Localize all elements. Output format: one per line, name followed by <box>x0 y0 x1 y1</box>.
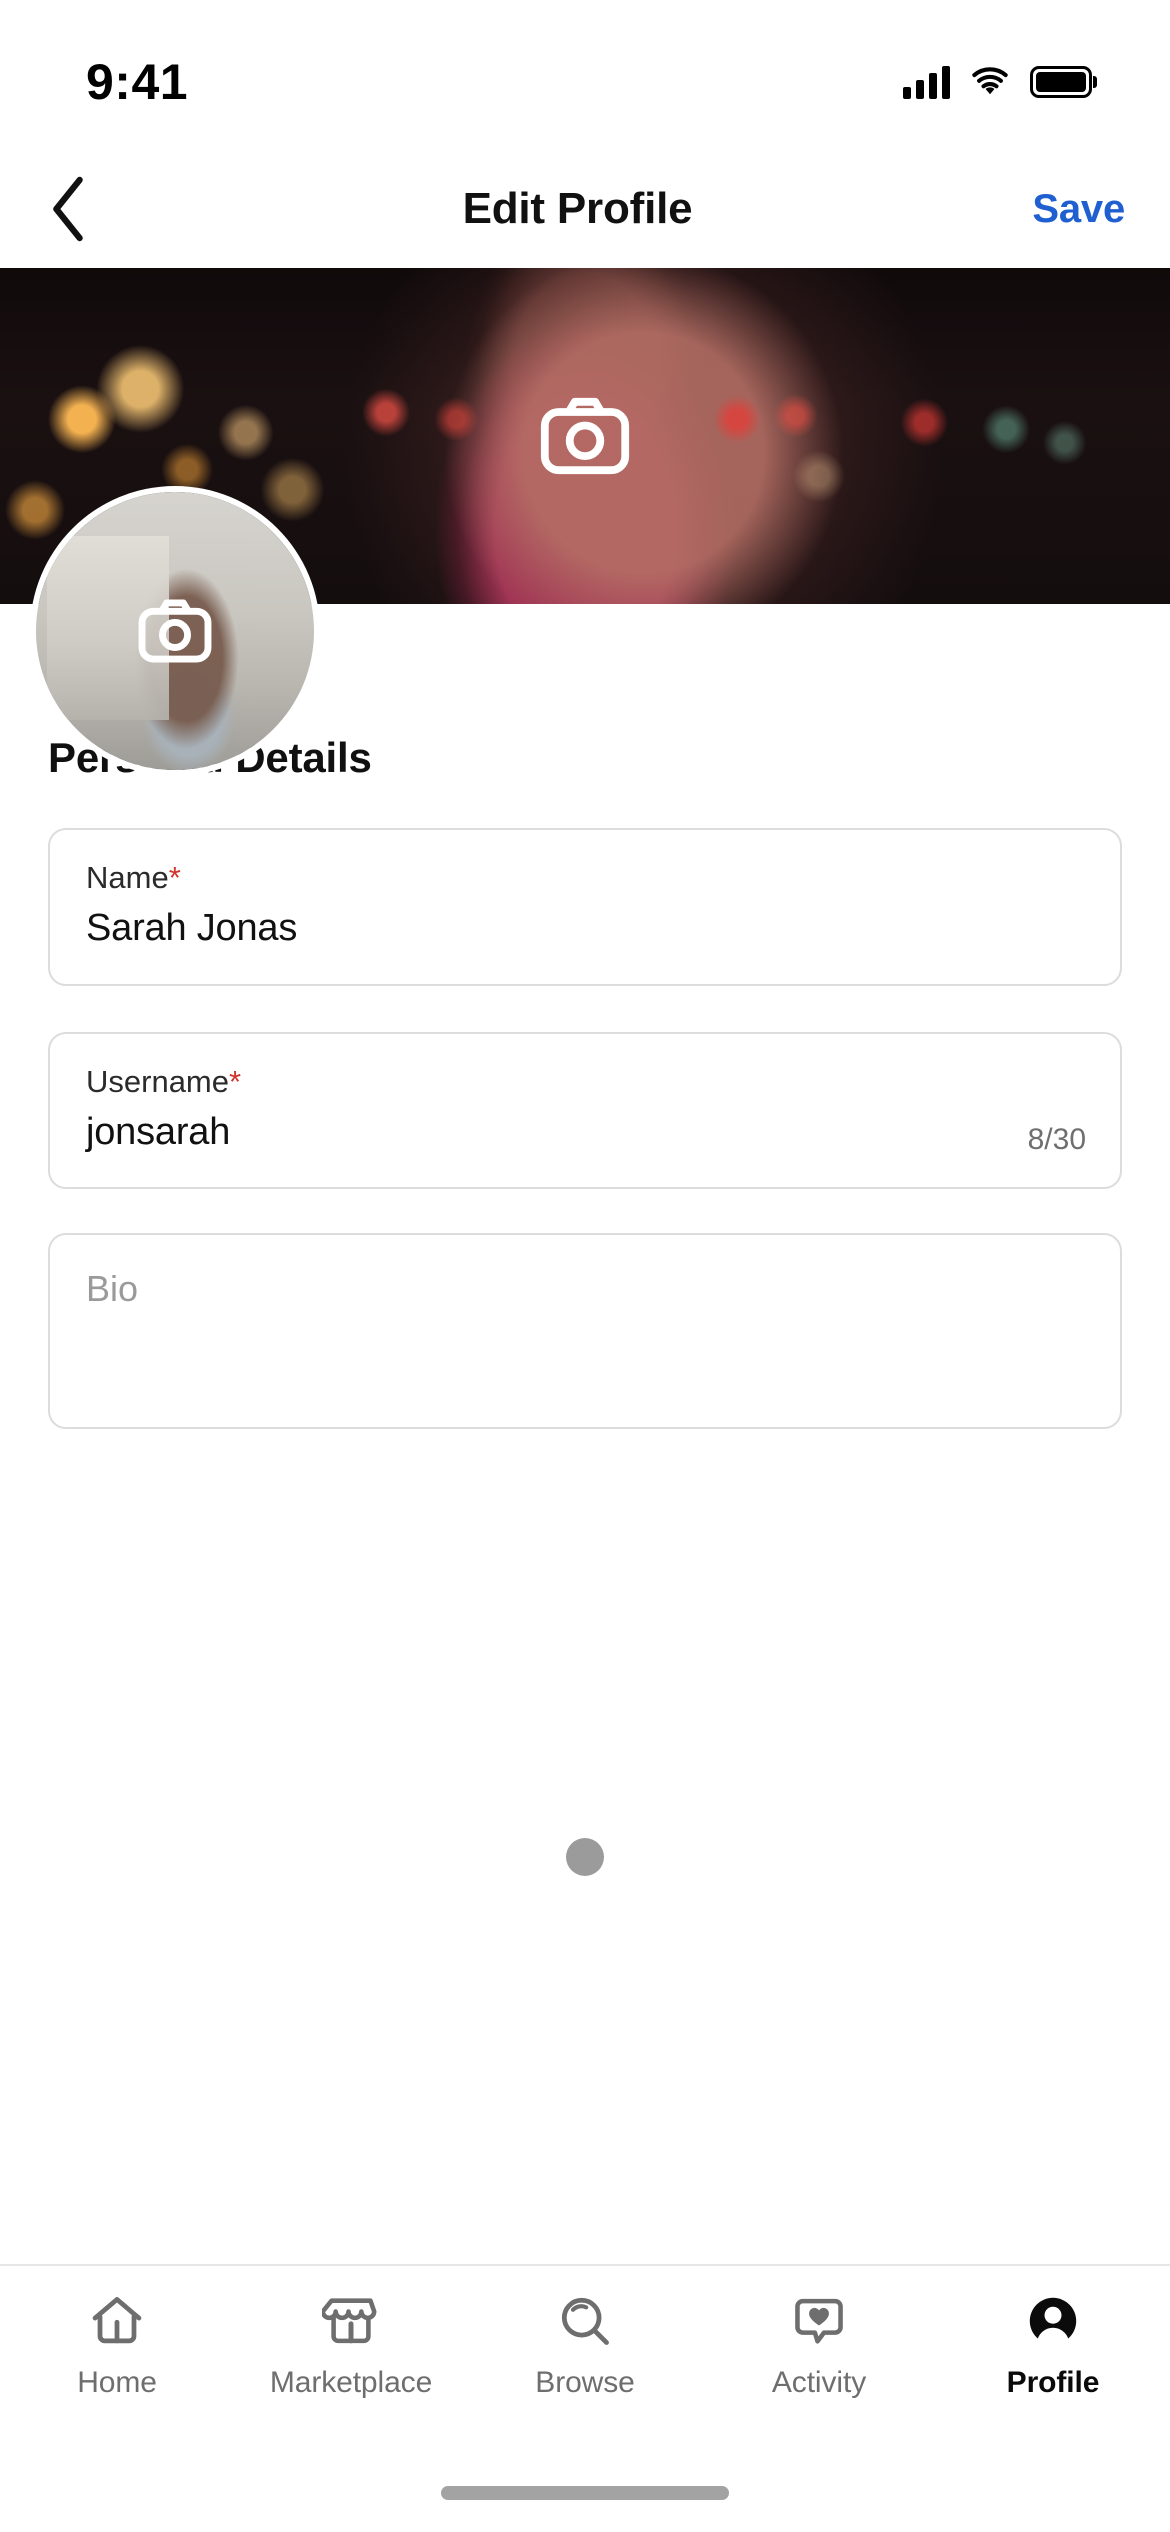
cellular-signal-icon <box>903 65 950 99</box>
save-button[interactable]: Save <box>1032 187 1125 232</box>
bio-field[interactable]: Bio <box>48 1233 1122 1430</box>
name-input[interactable]: Sarah Jonas <box>86 907 1084 950</box>
tab-home-label: Home <box>77 2366 157 2399</box>
chevron-left-icon <box>53 176 83 242</box>
status-time: 9:41 <box>86 54 189 110</box>
name-field-label: Name* <box>86 862 1084 893</box>
battery-full-icon <box>1030 66 1092 98</box>
home-indicator[interactable] <box>441 2486 729 2500</box>
tab-browse[interactable]: Browse <box>468 2290 702 2400</box>
back-button[interactable] <box>30 171 106 247</box>
status-bar: 9:41 <box>0 0 1170 150</box>
required-asterisk: * <box>168 860 181 895</box>
app-screen: 9:41 Edit Profile Save Details Name* Sar… <box>0 0 1170 2532</box>
search-icon <box>554 2290 616 2352</box>
name-field[interactable]: Name* Sarah Jonas <box>48 828 1122 986</box>
tab-activity[interactable]: Activity <box>702 2290 936 2400</box>
page-title: Edit Profile <box>462 184 693 233</box>
scroll-indicator-dot <box>566 1838 604 1876</box>
tab-activity-label: Activity <box>771 2366 867 2399</box>
username-label-text: Username <box>86 1063 229 1099</box>
bottom-tab-bar: Home Marketplace Browse Activity Profile <box>0 2264 1170 2454</box>
tab-profile[interactable]: Profile <box>936 2290 1170 2400</box>
name-label-text: Name <box>86 860 169 895</box>
required-asterisk: * <box>229 1063 242 1099</box>
storefront-icon <box>320 2290 382 2352</box>
navigation-bar: Edit Profile Save <box>0 150 1170 268</box>
change-cover-photo-button[interactable] <box>537 388 633 484</box>
profile-form: Personal Details Name* Sarah Jonas Usern… <box>0 604 1170 2264</box>
username-field[interactable]: Username* jonsarah 8/30 <box>48 1031 1122 1190</box>
heart-chat-icon <box>788 2290 850 2352</box>
person-icon <box>1022 2290 1084 2352</box>
tab-profile-label: Profile <box>1006 2366 1100 2399</box>
bio-input[interactable]: Bio <box>86 1271 1084 1307</box>
tab-marketplace[interactable]: Marketplace <box>234 2290 468 2400</box>
status-indicators <box>903 51 1092 99</box>
tab-home[interactable]: Home <box>0 2290 234 2400</box>
wifi-icon <box>972 67 1008 95</box>
tab-marketplace-label: Marketplace <box>269 2366 433 2399</box>
home-icon <box>86 2290 148 2352</box>
username-input[interactable]: jonsarah <box>86 1111 1084 1154</box>
username-character-counter: 8/30 <box>1027 1123 1086 1157</box>
username-field-label: Username* <box>86 1066 1084 1097</box>
avatar-container <box>36 492 314 770</box>
change-avatar-button[interactable] <box>136 592 214 670</box>
camera-icon <box>540 397 630 475</box>
camera-icon <box>138 599 212 663</box>
tab-browse-label: Browse <box>535 2366 635 2399</box>
cover-photo-section <box>0 268 1170 770</box>
home-indicator-area <box>0 2454 1170 2532</box>
